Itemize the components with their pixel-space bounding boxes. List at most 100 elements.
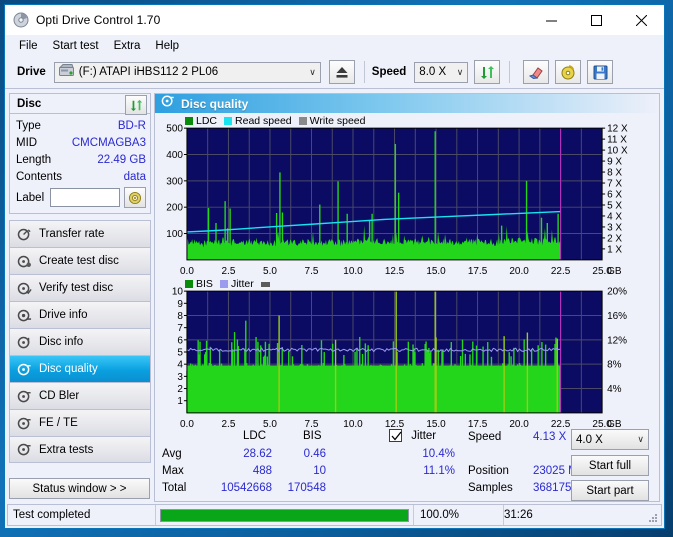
app-window: Opti Drive Control 1.70 File Start test … [4, 4, 665, 529]
status-bar: Test completed 100.0% 31:26 [7, 504, 662, 526]
toolbar-separator [363, 61, 365, 83]
disc-quality-icon [161, 94, 175, 113]
svg-text:10 X: 10 X [607, 146, 628, 157]
start-full-button[interactable]: Start full [571, 455, 649, 476]
svg-text:17.5: 17.5 [468, 266, 488, 277]
disc-write-icon [17, 254, 32, 269]
svg-text:9 X: 9 X [607, 157, 622, 168]
disc-label-input[interactable] [50, 188, 121, 207]
eject-button[interactable] [328, 60, 355, 84]
sidebar: Disc Type BD-R MID CMCMAGBA3 Length 22.4… [5, 89, 153, 502]
sidebar-item-label: Disc info [39, 336, 84, 348]
stats-row-avg: Avg [162, 448, 182, 460]
drive-select[interactable]: (F:) ATAPI iHBS112 2 PL06 ∨ [53, 61, 321, 83]
svg-text:12 X: 12 X [607, 124, 628, 135]
sidebar-item-transfer-rate[interactable]: Transfer rate [9, 220, 151, 247]
stats-panel: LDC BIS Avg Max Total 28.62 488 10542668… [155, 427, 659, 501]
disc-row-mid: MID CMCMAGBA3 [16, 134, 146, 151]
stats-header-bis: BIS [303, 430, 322, 442]
refresh-button[interactable] [474, 60, 501, 84]
sidebar-item-verify-test-disc[interactable]: Verify test disc [9, 274, 151, 301]
disc-row-type: Type BD-R [16, 117, 146, 134]
checkbox-box [389, 429, 402, 442]
sidebar-item-label: CD Bler [39, 390, 80, 402]
menu-item-file[interactable]: File [12, 38, 45, 54]
title-bar: Opti Drive Control 1.70 [5, 5, 664, 35]
jitter-label: Jitter [411, 429, 437, 442]
save-button[interactable] [587, 60, 614, 84]
sidebar-item-disc-info[interactable]: Disc info [9, 328, 151, 355]
svg-text:3 X: 3 X [607, 222, 622, 233]
start-part-button[interactable]: Start part [571, 480, 649, 501]
svg-text:200: 200 [166, 203, 183, 214]
disc-row-value: data [123, 170, 146, 183]
disc-label-row: Label [16, 187, 146, 208]
disc-panel-header: Disc [9, 93, 151, 115]
svg-text:4: 4 [177, 360, 183, 371]
svg-text:6: 6 [177, 336, 183, 347]
chevron-down-icon: ∨ [456, 66, 464, 77]
test-speed-select[interactable]: 4.0 X ∨ [571, 429, 649, 450]
svg-text:12%: 12% [607, 336, 627, 347]
svg-text:400: 400 [166, 150, 183, 161]
sidebar-item-create-test-disc[interactable]: Create test disc [9, 247, 151, 274]
resize-grip-icon[interactable] [648, 513, 658, 523]
menu-item-start-test[interactable]: Start test [46, 38, 106, 54]
status-window-button[interactable]: Status window > > [9, 478, 150, 499]
bis-jitter-chart: BIS Jitter 1 2 3 4 5 6 7 8 9 10 4% 8% 12% 16% 20% 0.0 2.… [155, 277, 659, 430]
svg-text:22.5: 22.5 [551, 266, 571, 277]
sidebar-item-cd-bler[interactable]: CD Bler [9, 382, 151, 409]
stats-samples-value: 368175 [533, 482, 572, 494]
disc-icon [13, 12, 29, 28]
sidebar-item-extra-tests[interactable]: Extra tests [9, 436, 151, 463]
sidebar-item-disc-quality[interactable]: Disc quality [9, 355, 151, 382]
window-controls [529, 5, 664, 35]
speed-value: 8.0 X [419, 66, 447, 78]
chevron-down-icon: ∨ [637, 434, 644, 444]
maximize-icon[interactable] [574, 5, 619, 35]
sidebar-item-label: Transfer rate [39, 228, 105, 240]
minimize-icon[interactable] [529, 5, 574, 35]
speed-label: Speed [371, 66, 407, 78]
menu-bar: File Start test Extra Help [5, 35, 664, 56]
svg-text:10.0: 10.0 [343, 266, 363, 277]
svg-text:8%: 8% [607, 360, 622, 371]
svg-text:11 X: 11 X [607, 135, 627, 146]
stats-row-max: Max [162, 465, 184, 477]
sidebar-item-drive-info[interactable]: Drive info [9, 301, 151, 328]
test-speed-value: 4.0 X [576, 433, 603, 446]
stats-jitter-avg: 10.4% [422, 448, 455, 460]
svg-text:3: 3 [177, 372, 183, 383]
sidebar-item-label: FE / TE [39, 417, 78, 429]
extra-tests-icon [17, 442, 32, 457]
menu-item-help[interactable]: Help [148, 38, 186, 54]
stats-ldc-total: 10542668 [220, 482, 272, 494]
svg-text:10: 10 [172, 287, 184, 298]
speed-select[interactable]: 8.0 X ∨ [414, 61, 469, 83]
sidebar-item-label: Create test disc [39, 255, 119, 267]
burn-button[interactable] [555, 60, 582, 84]
close-icon[interactable] [619, 5, 664, 35]
svg-text:100: 100 [166, 229, 183, 240]
jitter-checkbox[interactable]: Jitter [389, 429, 436, 442]
sidebar-item-fe-te[interactable]: FE / TE [9, 409, 151, 436]
eraser-button[interactable] [523, 60, 550, 84]
sidebar-item-label: Disc quality [39, 363, 98, 375]
disc-refresh-button[interactable] [125, 95, 147, 115]
disc-label-button[interactable] [124, 187, 146, 208]
stats-bis-avg: 0.46 [303, 448, 326, 460]
svg-text:5.0: 5.0 [263, 266, 277, 277]
drive-icon [58, 64, 74, 80]
disc-quality-icon [17, 362, 32, 377]
menu-item-extra[interactable]: Extra [107, 38, 148, 54]
disc-panel-title: Disc [17, 97, 42, 110]
disc-label-key: Label [16, 191, 45, 204]
svg-text:4 X: 4 X [607, 211, 622, 222]
drive-value: (F:) ATAPI iHBS112 2 PL06 [78, 66, 219, 78]
stats-ldc-avg: 28.62 [243, 448, 272, 460]
sidebar-item-label: Drive info [39, 309, 88, 321]
svg-text:4%: 4% [607, 384, 622, 395]
disc-row-key: MID [16, 136, 38, 149]
main-body: Disc Type BD-R MID CMCMAGBA3 Length 22.4… [5, 89, 664, 502]
sidebar-item-label: Extra tests [39, 443, 94, 456]
